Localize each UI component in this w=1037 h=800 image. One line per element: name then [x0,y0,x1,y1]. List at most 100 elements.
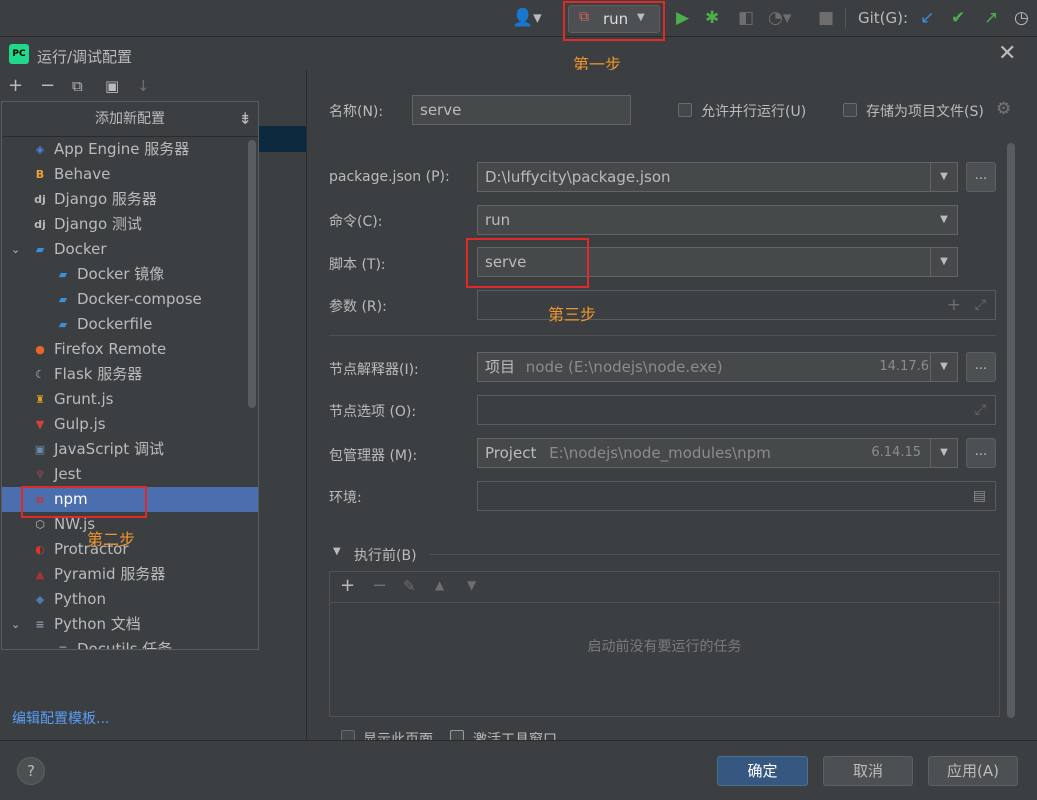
add-icon[interactable]: + [340,575,355,596]
config-type-item[interactable]: ◆ Python [2,587,258,612]
chevron-down-icon[interactable]: ▼ [930,248,957,276]
config-type-item[interactable]: ☾ Flask 服务器 [2,362,258,387]
add-icon[interactable]: + [947,291,961,319]
config-type-item[interactable]: ● Firefox Remote [2,337,258,362]
edit-icon[interactable]: ✎ [403,577,416,595]
chevron-down-icon[interactable]: ⌄ [11,237,20,262]
user-icon[interactable]: 👤▾ [512,0,542,36]
grunt-icon: ♜ [35,392,45,406]
config-type-label: Flask 服务器 [54,365,143,383]
profile-icon[interactable]: ◔▾ [768,0,791,36]
name-value: serve [420,101,462,119]
step2-highlight [21,486,147,518]
move-up-icon[interactable]: ▲ [435,578,444,592]
gulp-icon: ▼ [35,417,45,431]
expand-icon[interactable]: ⤢ [975,291,986,319]
name-input[interactable]: serve [412,95,631,125]
help-button[interactable]: ? [17,757,45,785]
selected-config-row[interactable] [258,126,306,152]
config-type-item[interactable]: ▰ Docker-compose [2,287,258,312]
pyramid-icon: ▲ [35,567,45,581]
remove-icon[interactable]: − [372,575,387,596]
git-update-icon[interactable]: ↙ [920,0,934,36]
config-type-item[interactable]: ♆ Jest [2,462,258,487]
expand-icon[interactable]: ⤢ [975,396,986,424]
name-label: 名称(N): [329,104,384,120]
allow-parallel-checkbox[interactable] [678,103,692,117]
browse-package-manager-button[interactable]: ... [966,438,996,468]
config-type-item[interactable]: ▰ Dockerfile [2,312,258,337]
store-as-file-label: 存储为项目文件(S) [866,104,984,120]
node-interpreter-select[interactable]: 项目 node (E:\nodejs\node.exe) 14.17.6 ▼ [477,352,958,382]
chevron-down-icon[interactable]: ⌄ [11,612,20,637]
form-scrollbar[interactable] [1007,143,1015,718]
config-type-item[interactable]: ▼ Gulp.js [2,412,258,437]
js-debug-icon: ▣ [34,442,46,456]
script-label: 脚本 (T): [329,257,386,273]
package-manager-prefix: Project [485,444,537,462]
step3-annotation: 第三步 [548,305,597,324]
config-type-item[interactable]: ▲ Pyramid 服务器 [2,562,258,587]
coverage-icon[interactable]: ◧ [738,0,754,36]
move-down-icon[interactable]: ▼ [467,578,476,592]
node-options-input[interactable]: ⤢ [477,395,996,425]
config-type-item[interactable]: ⌄ ▰ Docker [2,237,258,262]
env-input[interactable]: ▤ [477,481,996,511]
config-type-item[interactable]: dj Django 服务器 [2,187,258,212]
config-type-label: Django 服务器 [54,190,157,208]
add-icon[interactable]: + [8,76,23,96]
collapse-icon[interactable]: ⇟ [239,102,252,136]
edit-templates-link[interactable]: 编辑配置模板... [12,708,109,728]
config-type-label: Grunt.js [54,390,114,408]
config-type-label: Docker [54,240,107,258]
git-label: Git(G): [858,9,909,27]
gear-icon[interactable]: ⚙ [996,99,1011,119]
node-interpreter-prefix: 项目 [485,358,516,376]
git-push-icon[interactable]: ↗ [984,0,998,36]
config-type-item[interactable]: dj Django 测试 [2,212,258,237]
git-commit-icon[interactable]: ✔ [951,0,965,36]
config-type-item[interactable]: ≡ Docutils 任务 [2,637,258,650]
sort-icon[interactable]: ↓ [137,76,150,96]
chevron-down-icon[interactable]: ▼ [930,439,957,467]
config-type-item[interactable]: ▰ Docker 镜像 [2,262,258,287]
cancel-button[interactable]: 取消 [823,756,913,786]
ok-button[interactable]: 确定 [717,756,808,786]
run-icon[interactable]: ▶ [676,0,689,36]
chevron-down-icon[interactable]: ▼ [333,546,341,557]
chevron-down-icon[interactable]: ▼ [931,206,957,234]
config-type-item[interactable]: ⌄ ≡ Python 文档 [2,612,258,637]
apply-button[interactable]: 应用(A) [928,756,1018,786]
main-toolbar: 👤▾ ⧉ run ▼ ▶ ✱ ◧ ◔▾ ■ Git(G): ↙ ✔ ↗ ◷ [0,0,1037,41]
browse-interpreter-button[interactable]: ... [966,352,996,382]
copy-icon[interactable]: ⧉ [72,76,83,96]
history-icon[interactable]: ◷ [1014,0,1029,36]
behave-icon: B [35,167,45,181]
chevron-down-icon[interactable]: ▼ [930,163,957,191]
config-type-item[interactable]: ♜ Grunt.js [2,387,258,412]
package-manager-select[interactable]: Project E:\nodejs\node_modules\npm 6.14.… [477,438,958,468]
config-type-label: Dockerfile [77,315,153,333]
store-as-file-checkbox[interactable] [843,103,857,117]
config-type-item[interactable]: ▣ JavaScript 调试 [2,437,258,462]
pycharm-logo-icon: PC [9,44,29,64]
config-type-label: Jest [54,465,82,483]
debug-icon[interactable]: ✱ [705,0,719,36]
stop-icon[interactable]: ■ [818,0,834,36]
list-icon[interactable]: ▤ [973,482,986,510]
django-icon: dj [34,192,46,206]
chevron-down-icon[interactable]: ▼ [930,353,957,381]
command-select[interactable]: run ▼ [477,205,958,235]
show-page-label: 显示此页面 [363,732,433,740]
config-type-item[interactable]: ◈ App Engine 服务器 [2,137,258,162]
docker-icon: ▰ [35,242,45,256]
docutils-icon: ≡ [58,642,68,650]
browse-package-button[interactable]: ... [966,162,996,192]
close-icon[interactable]: ✕ [998,41,1016,66]
package-json-input[interactable]: D:\luffycity\package.json ▼ [477,162,958,192]
folder-add-icon[interactable]: ▣ [105,76,119,96]
popup-scrollbar[interactable] [248,140,256,408]
allow-parallel-label: 允许并行运行(U) [701,104,807,120]
config-type-item[interactable]: B Behave [2,162,258,187]
remove-icon[interactable]: − [40,76,55,96]
